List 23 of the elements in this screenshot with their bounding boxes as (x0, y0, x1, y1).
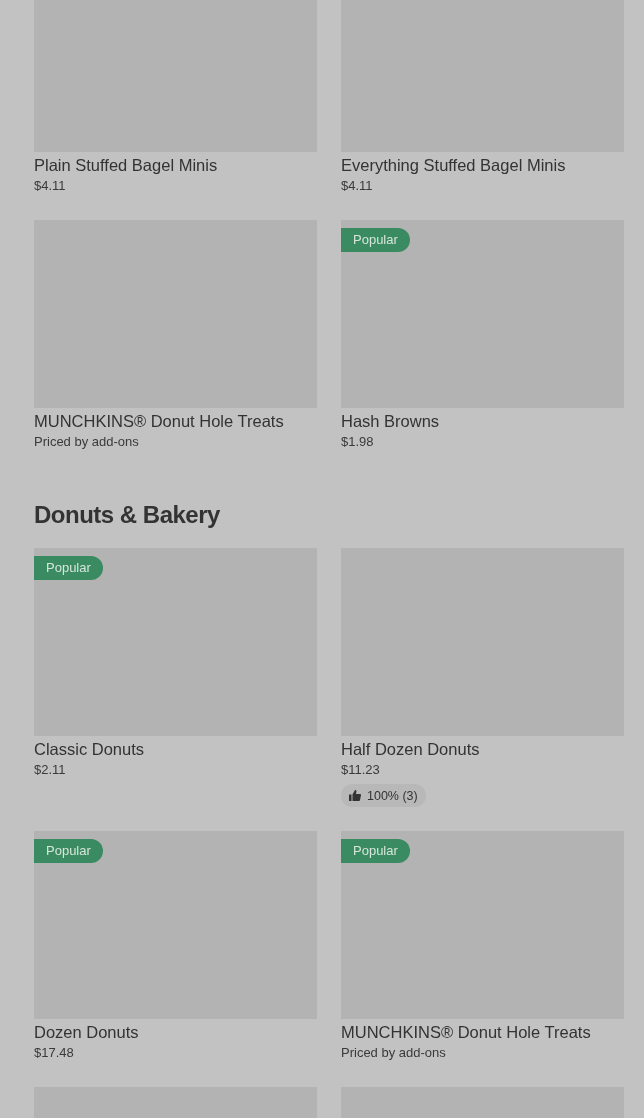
thumbs-up-icon (349, 790, 361, 801)
popular-badge: Popular (34, 556, 103, 580)
item-name[interactable]: MUNCHKINS® Donut Hole Treats (341, 1021, 591, 1043)
item-price: $17.48 (34, 1044, 74, 1062)
section-heading: Donuts & Bakery (34, 500, 221, 530)
item-name[interactable]: MUNCHKINS® Donut Hole Treats (34, 410, 284, 432)
rating-badge: 100% (3) (341, 784, 426, 807)
item-name[interactable]: Classic Donuts (34, 738, 145, 760)
item-price: $4.11 (34, 177, 66, 195)
item-price: Priced by add-ons (34, 433, 139, 451)
item-price: $11.23 (341, 761, 380, 779)
item-price: $4.11 (341, 177, 373, 195)
item-price: $1.98 (341, 433, 374, 451)
item-name[interactable]: Half Dozen Donuts (341, 738, 480, 760)
popular-badge: Popular (34, 839, 103, 863)
item-name[interactable]: Everything Stuffed Bagel Minis (341, 154, 566, 176)
item-price: $2.11 (34, 761, 66, 779)
popular-badge: Popular (341, 228, 410, 252)
item-name[interactable]: Hash Browns (341, 410, 440, 432)
item-name[interactable]: Dozen Donuts (34, 1021, 139, 1043)
popular-badge: Popular (341, 839, 410, 863)
item-name[interactable]: Plain Stuffed Bagel Minis (34, 154, 218, 176)
item-price: Priced by add-ons (341, 1044, 446, 1062)
